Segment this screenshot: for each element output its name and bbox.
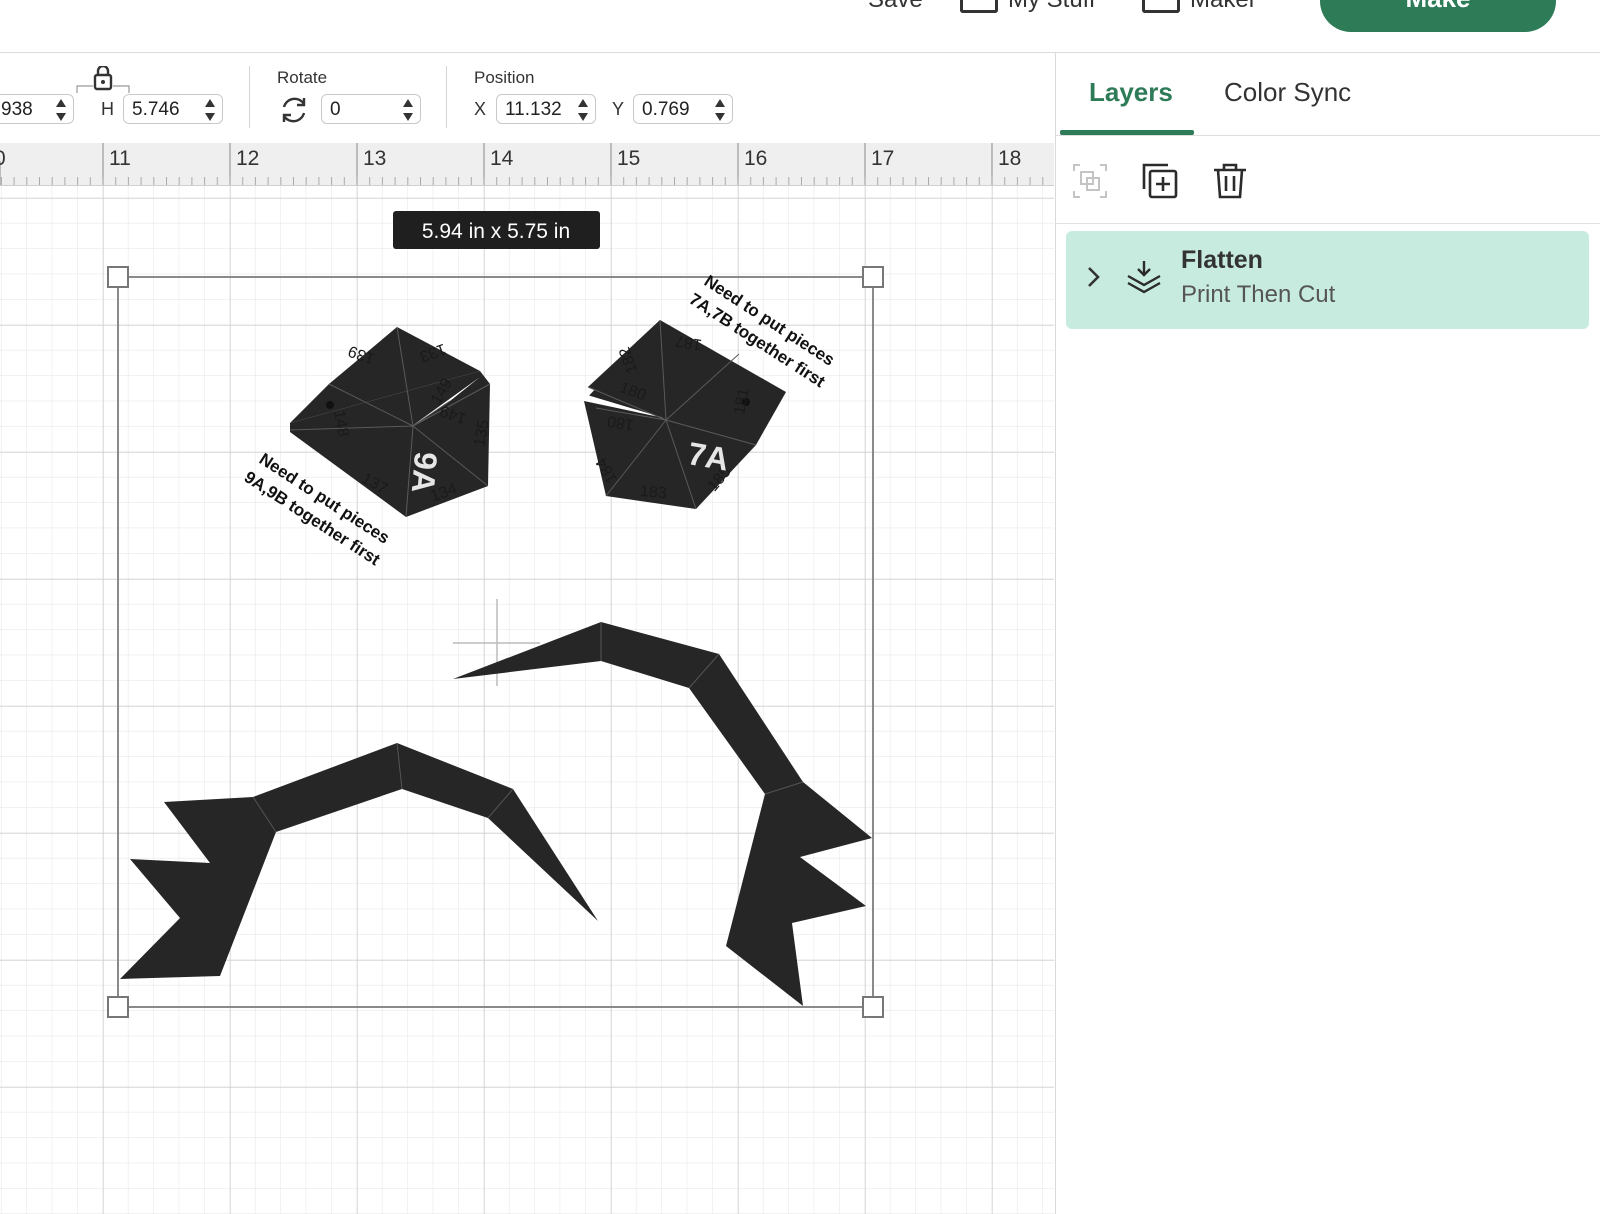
- width-value: 938: [1, 99, 33, 120]
- x-prefix: X: [474, 99, 487, 119]
- save-label: Save: [868, 0, 923, 14]
- ruler-label: 0: [0, 147, 6, 171]
- my-stuff-button[interactable]: My Stuff: [960, 0, 1096, 14]
- tabs-divider: [1056, 135, 1600, 136]
- layer-title: Flatten: [1181, 246, 1263, 274]
- ruler-label: 13: [363, 147, 387, 170]
- ruler-ticks: [0, 143, 1044, 185]
- ruler-label: 18: [998, 147, 1022, 170]
- maker-label: Maker: [1190, 0, 1257, 14]
- ruler-label: 12: [236, 147, 260, 170]
- maker-button[interactable]: Maker: [1142, 0, 1257, 14]
- tools-divider: [1056, 223, 1600, 224]
- ruler-label: 17: [871, 147, 895, 170]
- y-position-value: 0.769: [642, 99, 690, 120]
- rotate-stepper-icon[interactable]: [402, 99, 414, 121]
- make-button[interactable]: Make: [1320, 0, 1556, 32]
- ruler-label: 11: [109, 147, 131, 170]
- ruler-label: 16: [744, 147, 768, 170]
- position-label: Position: [474, 68, 535, 87]
- resize-handle-bottom-left[interactable]: [107, 996, 129, 1018]
- layer-row-flatten[interactable]: Flatten Print Then Cut: [1066, 231, 1589, 329]
- toolbar-divider: [446, 66, 447, 128]
- lock-icon[interactable]: [76, 66, 130, 94]
- height-input[interactable]: 5.746: [123, 94, 223, 124]
- piece-label-7a: 7A: [685, 435, 732, 478]
- rotate-value: 0: [330, 99, 341, 120]
- height-value: 5.746: [132, 99, 180, 120]
- machine-icon: [1142, 0, 1180, 13]
- y-prefix: Y: [612, 99, 625, 119]
- resize-handle-top-left[interactable]: [107, 266, 129, 288]
- piece-number: 183: [639, 483, 667, 502]
- height-prefix: H: [101, 99, 114, 119]
- x-position-value: 11.132: [505, 99, 562, 120]
- tab-layers[interactable]: Layers: [1089, 77, 1173, 108]
- size-tooltip: 5.94 in x 5.75 in: [393, 211, 600, 249]
- width-input[interactable]: 938: [0, 94, 74, 124]
- top-header: Save My Stuff Maker Make: [0, 0, 1600, 53]
- y-stepper-icon[interactable]: [714, 99, 726, 121]
- chevron-right-icon[interactable]: [1086, 265, 1102, 289]
- x-stepper-icon[interactable]: [577, 99, 589, 121]
- rotate-label: Rotate: [277, 68, 328, 87]
- horizontal-ruler: 0 11 12 13 14 15 16 17 18: [0, 143, 1054, 186]
- duplicate-icon[interactable]: [1140, 161, 1180, 201]
- y-position-input[interactable]: 0.769: [633, 94, 733, 124]
- delete-icon[interactable]: [1210, 161, 1250, 201]
- resize-handle-bottom-right[interactable]: [862, 996, 884, 1018]
- save-button[interactable]: Save: [868, 0, 923, 14]
- height-stepper-icon[interactable]: [204, 99, 216, 121]
- x-position-input[interactable]: 11.132: [496, 94, 596, 124]
- tab-color-sync[interactable]: Color Sync: [1224, 77, 1351, 108]
- width-stepper-icon[interactable]: [55, 99, 67, 121]
- ruler-label: 15: [617, 147, 641, 170]
- layer-subtitle: Print Then Cut: [1181, 281, 1336, 308]
- rotate-input[interactable]: 0: [321, 94, 421, 124]
- rotate-icon[interactable]: [278, 94, 310, 126]
- group-icon[interactable]: [1070, 161, 1110, 201]
- my-stuff-label: My Stuff: [1008, 0, 1096, 14]
- size-tooltip-text: 5.94 in x 5.75 in: [422, 220, 570, 243]
- toolbar-divider: [249, 66, 250, 128]
- canvas-grid[interactable]: 5.94 in x 5.75 in 139 133 149 149 148 13…: [0, 186, 1054, 1214]
- layers-panel: Layers Color Sync Flatten Print Then Cut: [1055, 53, 1600, 1214]
- piece-label-9a: 9A: [405, 451, 444, 495]
- resize-handle-top-right[interactable]: [862, 266, 884, 288]
- flatten-icon: [1127, 261, 1161, 294]
- ruler-label: 14: [490, 147, 514, 170]
- folder-icon: [960, 0, 998, 13]
- design-canvas[interactable]: 0 11 12 13 14 15 16 17 18 5.94 in x 5.75…: [0, 143, 1054, 1214]
